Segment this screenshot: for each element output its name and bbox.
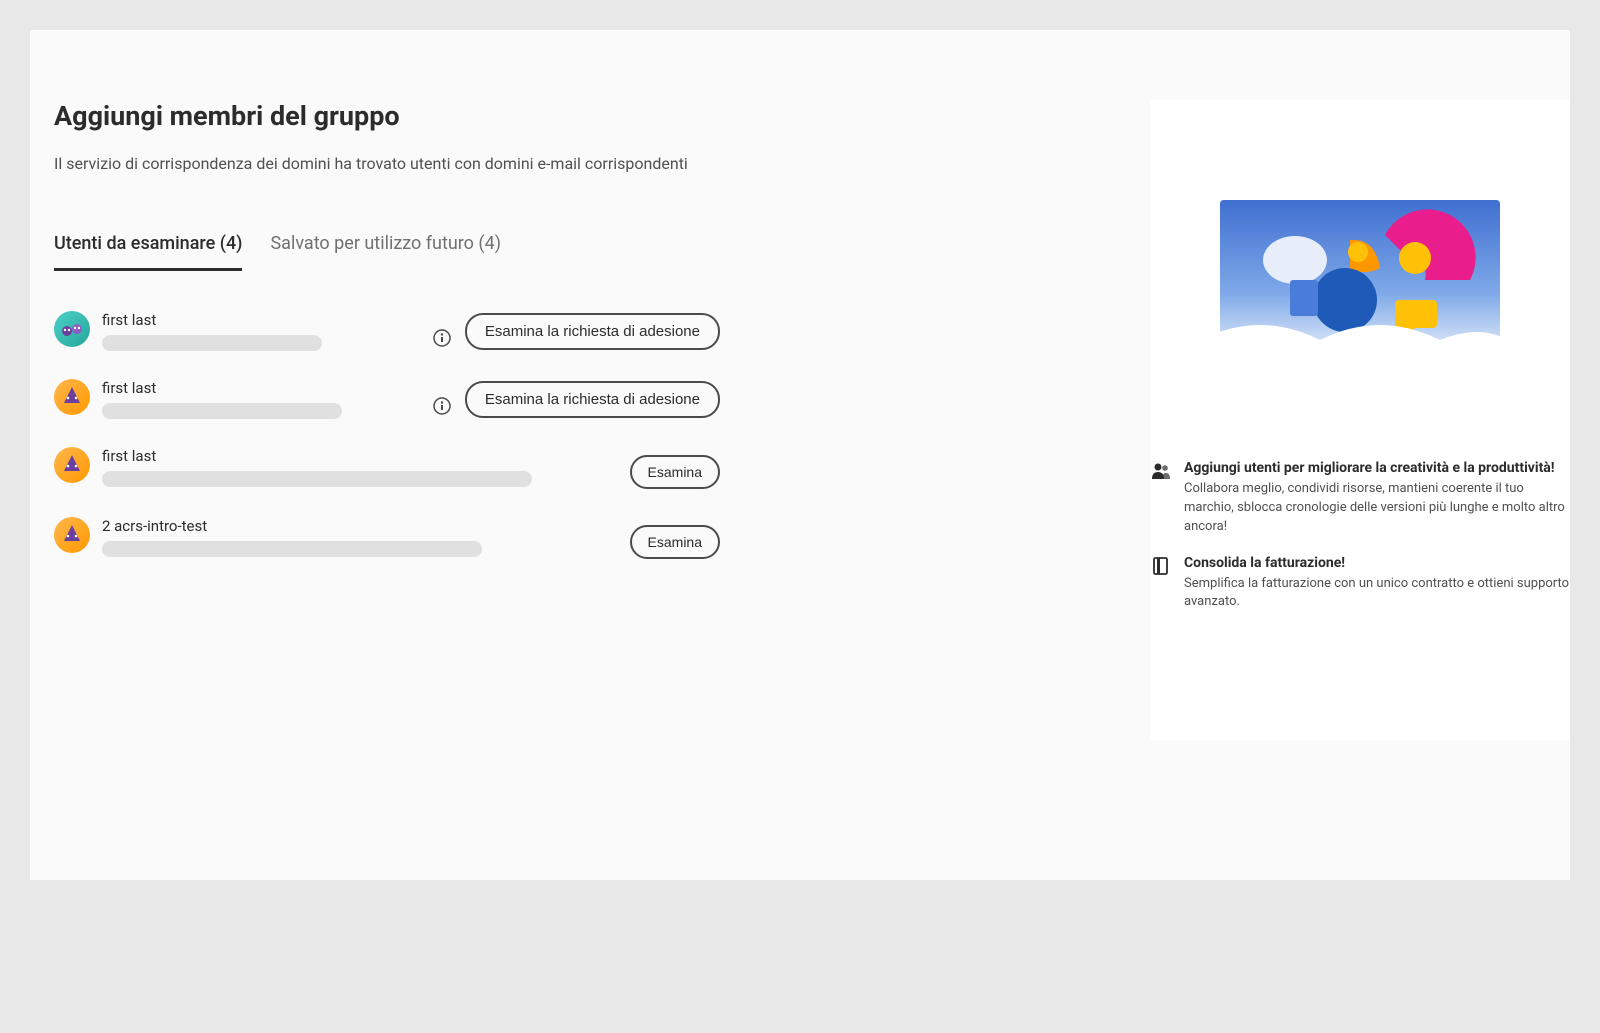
user-row: 2 acrs-intro-test Esamina bbox=[54, 517, 720, 559]
user-row: first last Esamina la richiesta di adesi… bbox=[54, 379, 720, 419]
info-icon[interactable] bbox=[433, 329, 451, 347]
user-email-placeholder bbox=[102, 335, 322, 351]
benefit-text: Consolida la fatturazione! Semplifica la… bbox=[1184, 555, 1570, 613]
avatar bbox=[54, 379, 90, 415]
review-request-button[interactable]: Esamina la richiesta di adesione bbox=[465, 381, 720, 418]
review-button[interactable]: Esamina bbox=[630, 525, 720, 559]
tab-users-to-review[interactable]: Utenti da esaminare (4) bbox=[54, 233, 242, 271]
tab-saved-for-later[interactable]: Salvato per utilizzo futuro (4) bbox=[270, 233, 500, 271]
right-panel: Aggiungi utenti per migliorare la creati… bbox=[1150, 100, 1570, 740]
tabs: Utenti da esaminare (4) Salvato per util… bbox=[54, 233, 720, 271]
hero-illustration bbox=[1220, 200, 1500, 370]
benefit-title: Consolida la fatturazione! bbox=[1184, 555, 1570, 571]
user-name: first last bbox=[102, 447, 630, 465]
user-info: first last bbox=[102, 447, 630, 487]
page-title: Aggiungi membri del gruppo bbox=[54, 100, 720, 132]
document-icon bbox=[1150, 555, 1172, 577]
info-icon[interactable] bbox=[433, 397, 451, 415]
main-container: Aggiungi membri del gruppo Il servizio d… bbox=[30, 30, 1570, 880]
benefit-desc: Collabora meglio, condividi risorse, man… bbox=[1184, 480, 1570, 537]
avatar bbox=[54, 311, 90, 347]
user-email-placeholder bbox=[102, 403, 342, 419]
user-email-placeholder bbox=[102, 471, 532, 487]
avatar bbox=[54, 447, 90, 483]
page-subtitle: Il servizio di corrispondenza dei domini… bbox=[54, 154, 720, 173]
avatar bbox=[54, 517, 90, 553]
user-row: first last Esamina bbox=[54, 447, 720, 489]
user-name: first last bbox=[102, 311, 425, 329]
benefit-row: Aggiungi utenti per migliorare la creati… bbox=[1150, 460, 1570, 555]
user-name: first last bbox=[102, 379, 425, 397]
user-row: first last Esamina la richiesta di adesi… bbox=[54, 311, 720, 351]
benefit-row: Consolida la fatturazione! Semplifica la… bbox=[1150, 555, 1570, 631]
benefit-text: Aggiungi utenti per migliorare la creati… bbox=[1184, 460, 1570, 537]
user-email-placeholder bbox=[102, 541, 482, 557]
user-info: first last bbox=[102, 379, 425, 419]
users-icon bbox=[1150, 460, 1172, 482]
benefit-title: Aggiungi utenti per migliorare la creati… bbox=[1184, 460, 1570, 476]
review-request-button[interactable]: Esamina la richiesta di adesione bbox=[465, 313, 720, 350]
benefit-desc: Semplifica la fatturazione con un unico … bbox=[1184, 575, 1570, 613]
user-info: 2 acrs-intro-test bbox=[102, 517, 630, 557]
user-name: 2 acrs-intro-test bbox=[102, 517, 630, 535]
left-panel: Aggiungi membri del gruppo Il servizio d… bbox=[30, 100, 720, 587]
review-button[interactable]: Esamina bbox=[630, 455, 720, 489]
user-info: first last bbox=[102, 311, 425, 351]
